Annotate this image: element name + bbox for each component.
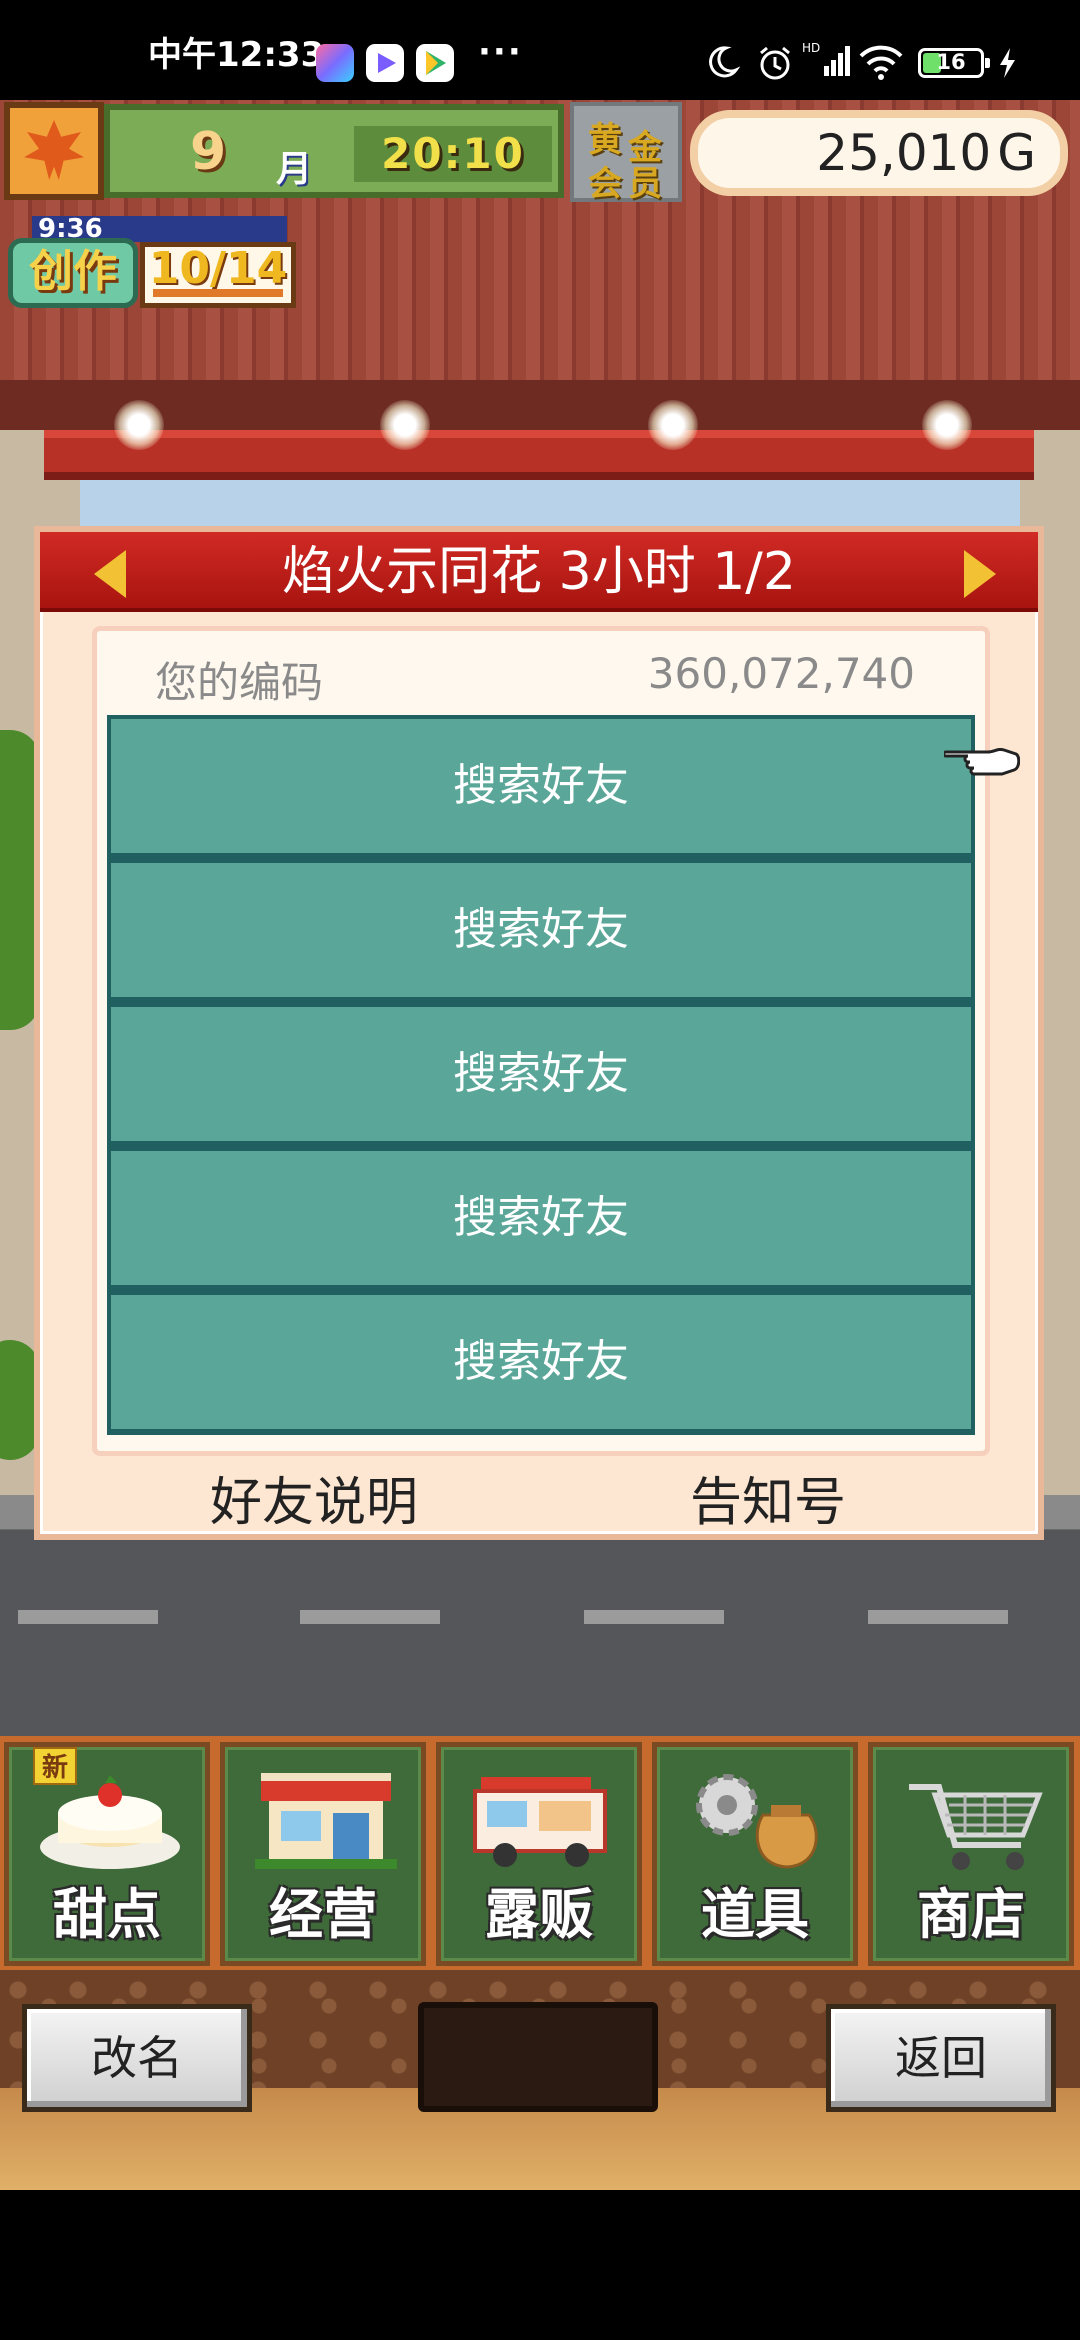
- bottom-menu: 新 甜点 经营 露贩 道具 商店: [0, 1736, 1080, 1970]
- gold-member-char: 会: [588, 164, 622, 204]
- menu-items[interactable]: 道具: [652, 1742, 858, 1966]
- play-store-icon: [416, 44, 454, 82]
- alarm-icon: [760, 46, 790, 80]
- more-notifications-icon: ···: [478, 32, 523, 72]
- dialog-header: 焰火示同花 3小时 1/2: [40, 532, 1038, 612]
- charging-icon: [1000, 48, 1015, 78]
- street: [0, 1530, 1080, 1740]
- lane-marking: [584, 1610, 724, 1624]
- season-leaf-icon[interactable]: [4, 102, 104, 200]
- menu-label: 露贩: [485, 1883, 593, 1946]
- menu-label: 道具: [701, 1883, 809, 1946]
- money-currency: G: [997, 124, 1036, 182]
- month-label: 月: [276, 149, 313, 190]
- hd-signal-icon: HD: [802, 41, 850, 76]
- friend-dialog: 焰火示同花 3小时 1/2 您的编码 360,072,740 搜索好友 搜索好友…: [34, 526, 1044, 1540]
- dialog-title: 焰火示同花 3小时 1/2: [282, 542, 796, 602]
- battery-level: 16: [936, 50, 966, 74]
- gold-member-char: 黄: [588, 120, 622, 160]
- lane-marking: [300, 1610, 440, 1624]
- menu-label: 甜点: [53, 1883, 161, 1946]
- video-app-icon: [366, 44, 404, 82]
- friend-help-button[interactable]: 好友说明: [210, 1460, 418, 1535]
- cart-icon: [909, 1784, 1043, 1870]
- lamp-light: [648, 400, 698, 450]
- status-time: 中午12:33: [148, 35, 325, 75]
- date-time-panel: 9 月 20:10: [104, 104, 564, 198]
- shop-awning-beam: [44, 430, 1034, 480]
- rename-button[interactable]: 改名: [22, 2004, 252, 2112]
- lamp-light: [380, 400, 430, 450]
- status-bar: 中午12:33 ··· HD 16: [0, 0, 1080, 100]
- shop-icon: [255, 1773, 397, 1869]
- notice-code-button[interactable]: 告知号: [690, 1460, 846, 1535]
- search-friend-button[interactable]: 搜索好友: [111, 863, 971, 997]
- friend-list: 搜索好友 搜索好友 搜索好友 搜索好友 搜索好友: [107, 715, 975, 1435]
- search-friend-button[interactable]: 搜索好友: [111, 719, 971, 853]
- friend-panel: 您的编码 360,072,740 搜索好友 搜索好友 搜索好友 搜索好友 搜索好…: [92, 626, 990, 1456]
- back-button[interactable]: 返回: [826, 2004, 1056, 2112]
- next-page-arrow-icon[interactable]: [964, 550, 996, 598]
- wifi-icon: [859, 45, 903, 80]
- food-truck-icon: [473, 1777, 607, 1867]
- menu-dessert[interactable]: 新 甜点: [4, 1742, 210, 1966]
- gold-member-badge[interactable]: 黄 金 会 员: [570, 102, 682, 204]
- search-friend-button[interactable]: 搜索好友: [111, 1007, 971, 1141]
- bottom-bar: 改名 返回: [0, 1970, 1080, 2190]
- svg-text:HD: HD: [802, 41, 820, 55]
- menu-street-stall[interactable]: 露贩: [436, 1742, 642, 1966]
- money-display: 25,010 G: [690, 110, 1068, 196]
- search-friend-button[interactable]: 搜索好友: [111, 1295, 971, 1429]
- month-number: 9: [190, 122, 227, 182]
- pointing-hand-cursor-icon: [944, 747, 1020, 776]
- create-count: 10/14: [140, 242, 296, 308]
- menu-manage[interactable]: 经营: [220, 1742, 426, 1966]
- gallery-app-icon: [316, 44, 354, 82]
- gold-member-char: 员: [628, 164, 662, 204]
- menu-label: 商店: [917, 1883, 1025, 1946]
- lamp-light: [922, 400, 972, 450]
- menu-label: 经营: [269, 1883, 377, 1946]
- lane-marking: [18, 1610, 158, 1624]
- create-progress-bar: [153, 289, 283, 297]
- empty-slot: [418, 2002, 658, 2112]
- gear-bag-icon: [696, 1774, 818, 1869]
- search-friend-button[interactable]: 搜索好友: [111, 1151, 971, 1285]
- lane-marking: [868, 1610, 1008, 1624]
- new-badge: 新: [33, 1747, 77, 1785]
- money-value: 25,010: [816, 124, 992, 182]
- lamp-light: [114, 400, 164, 450]
- create-badge: 创作: [8, 238, 138, 308]
- battery-icon: 16: [918, 48, 990, 78]
- menu-store[interactable]: 商店: [868, 1742, 1074, 1966]
- create-count-value: 10/14: [148, 243, 288, 294]
- your-code-label: 您的编码: [155, 658, 324, 707]
- moon-icon: [709, 46, 740, 78]
- create-panel[interactable]: 9:36 创作 10/14: [8, 216, 296, 308]
- game-clock: 20:10: [354, 126, 552, 182]
- your-code-value: 360,072,740: [647, 649, 915, 698]
